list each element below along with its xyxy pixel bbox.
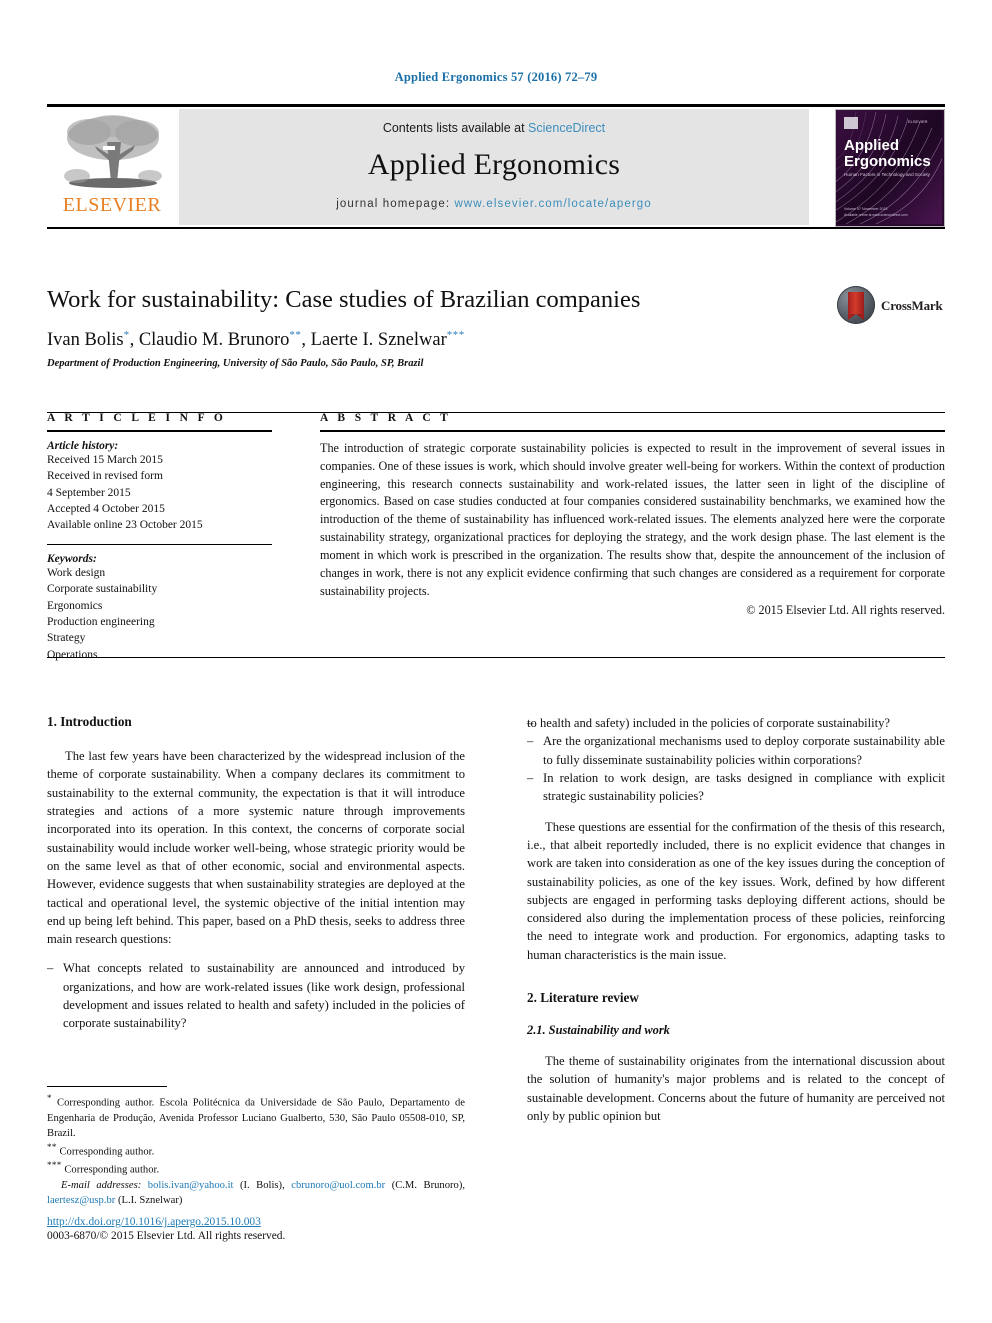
email-sep-2: ,: [462, 1179, 466, 1191]
footer-block: http://dx.doi.org/10.1016/j.apergo.2015.…: [47, 1216, 465, 1242]
svg-text:Applied: Applied: [844, 137, 899, 154]
article-page: Applied Ergonomics 57 (2016) 72–79 ELSEV…: [0, 0, 992, 1323]
crossmark-bookmark-icon: [848, 292, 864, 320]
author-name-2: Claudio M. Brunoro: [138, 330, 290, 351]
history-item: Received 15 March 2015: [47, 454, 163, 466]
keyword-item: Work design: [47, 567, 106, 580]
subsection-heading-sustainability-and-work: 2.1. Sustainability and work: [527, 1023, 670, 1038]
email-owner-1: (I. Bolis): [239, 1179, 283, 1191]
author-separator-1: ,: [129, 330, 139, 351]
footnotes-block: * Corresponding author. Escola Politécni…: [47, 1086, 465, 1208]
keywords-rule: [47, 543, 272, 546]
crossmark-circle-icon: [837, 286, 875, 324]
article-history-label: Article history:: [47, 440, 119, 452]
footnote-3-text: Corresponding author.: [64, 1164, 160, 1176]
elsevier-tree-icon: [55, 112, 171, 194]
author-affiliation: Department of Production Engineering, Un…: [47, 358, 424, 370]
keyword-item: Ergonomics: [47, 599, 103, 612]
footnote-marker-1: *: [47, 1093, 52, 1103]
abstract-rule: [320, 430, 945, 432]
running-head: Applied Ergonomics 57 (2016) 72–79: [394, 70, 598, 84]
history-item: Accepted 4 October 2015: [47, 502, 165, 515]
sciencedirect-link[interactable]: ScienceDirect: [528, 121, 605, 135]
keyword-item: Production engineering: [47, 616, 155, 629]
homepage-label: journal homepage:: [336, 198, 451, 210]
footnote-2-text: Corresponding author.: [59, 1146, 155, 1158]
masthead-center-band: Contents lists available at ScienceDirec…: [179, 109, 809, 225]
title-block: Work for sustainability: Case studies of…: [47, 286, 945, 369]
info-region-bottom-rule: [47, 657, 945, 658]
history-item: 4 September 2015: [47, 486, 131, 499]
list-item: In relation to work design, are tasks de…: [527, 769, 945, 806]
author-separator-2: ,: [301, 330, 311, 351]
footnote-marker-2: **: [47, 1141, 57, 1152]
email-link-2[interactable]: cbrunoro@uol.com.br: [291, 1180, 385, 1191]
masthead-bottom-rule: [47, 227, 945, 229]
author-marker-2[interactable]: **: [289, 329, 301, 341]
abstract-heading: A B S T R A C T: [320, 412, 452, 424]
research-questions-list: What concepts related to sustainability …: [47, 959, 465, 1032]
body-column-left: 1. Introduction The last few years have …: [47, 714, 465, 1043]
email-owner-2: (C.M. Brunoro): [391, 1179, 463, 1191]
svg-text:Human Factors in Technology an: Human Factors in Technology and Society: [844, 172, 931, 177]
list-item: Are the organizational mechanisms used t…: [527, 732, 945, 769]
masthead-top-rule: [47, 104, 945, 107]
intro-paragraph-2: These questions are essential for the co…: [527, 819, 945, 962]
page-title: Work for sustainability: Case studies of…: [47, 286, 641, 313]
homepage-url-link[interactable]: www.elsevier.com/locate/apergo: [454, 198, 651, 210]
crossmark-label: CrossMark: [881, 298, 943, 313]
abstract-column: A B S T R A C T The introduction of stra…: [320, 412, 945, 618]
journal-homepage-line: journal homepage: www.elsevier.com/locat…: [179, 198, 809, 210]
keywords-label: Keywords:: [47, 553, 97, 566]
journal-title: Applied Ergonomics: [367, 148, 621, 181]
email-link-3[interactable]: laertesz@usp.br: [47, 1195, 115, 1206]
svg-text:ELSEVIER: ELSEVIER: [908, 119, 928, 124]
journal-masthead: ELSEVIER Contents lists available at Sci…: [47, 104, 945, 230]
email-addresses-label: E-mail addresses:: [61, 1179, 142, 1191]
author-name-1: Ivan Bolis: [47, 330, 124, 351]
literature-paragraph-1: The theme of sustainability originates f…: [527, 1054, 945, 1123]
contents-prefix: Contents lists available at: [382, 121, 525, 135]
footnote-emails: E-mail addresses: bolis.ivan@yahoo.it (I…: [47, 1178, 465, 1208]
elsevier-wordmark: ELSEVIER: [62, 194, 162, 216]
intro-paragraph-1: The last few years have been characteriz…: [47, 749, 465, 947]
list-item: What concepts related to sustainability …: [47, 959, 465, 1032]
list-item-continuation: to health and safety) included in the po…: [527, 714, 945, 733]
article-info-rule: [47, 430, 272, 432]
author-marker-3[interactable]: ***: [447, 329, 465, 341]
keyword-item: Strategy: [47, 632, 86, 645]
article-info-column: A R T I C L E I N F O Article history: R…: [47, 412, 272, 663]
article-info-heading: A R T I C L E I N F O: [47, 412, 227, 424]
footnote-1-text: Corresponding author. Escola Politécnica…: [47, 1097, 465, 1139]
footnote-1: * Corresponding author. Escola Politécni…: [47, 1092, 465, 1141]
footnote-3: *** Corresponding author.: [47, 1159, 465, 1178]
journal-cover-thumbnail: Applied Ergonomics Human Factors in Tech…: [835, 109, 945, 227]
author-list: Ivan Bolis*, Claudio M. Brunoro**, Laert…: [47, 329, 945, 351]
abstract-copyright: © 2015 Elsevier Ltd. All rights reserved…: [746, 603, 945, 618]
footnote-marker-3: ***: [47, 1160, 62, 1171]
history-item: Available online 23 October 2015: [47, 519, 203, 532]
research-questions-list-continued: to health and safety) included in the po…: [527, 714, 945, 806]
section-heading-introduction: 1. Introduction: [47, 714, 132, 729]
section-heading-literature-review: 2. Literature review: [527, 990, 639, 1006]
svg-text:Volume 57 November 2015: Volume 57 November 2015: [844, 207, 888, 211]
doi-link[interactable]: http://dx.doi.org/10.1016/j.apergo.2015.…: [47, 1216, 465, 1228]
keyword-item: Corporate sustainability: [47, 583, 158, 596]
elsevier-logo: ELSEVIER: [49, 110, 175, 226]
keyword-item: Operations: [47, 648, 98, 661]
email-owner-3: (L.I. Sznelwar): [117, 1194, 183, 1206]
footnote-2: ** Corresponding author.: [47, 1141, 465, 1160]
footnote-separator-rule: [47, 1086, 167, 1087]
author-name-3: Laerte I. Sznelwar: [310, 330, 447, 351]
crossmark-badge[interactable]: CrossMark: [837, 286, 945, 326]
body-column-right: to health and safety) included in the po…: [527, 714, 945, 1136]
email-link-1[interactable]: bolis.ivan@yahoo.it: [148, 1180, 234, 1191]
history-item: Received in revised form: [47, 470, 163, 483]
svg-text:Available online at www.scienc: Available online at www.sciencedirect.co…: [844, 213, 908, 217]
email-sep-1: ,: [282, 1179, 292, 1191]
svg-text:Ergonomics: Ergonomics: [844, 153, 931, 170]
contents-available-line: Contents lists available at ScienceDirec…: [179, 121, 809, 135]
issn-copyright-line: 0003-6870/© 2015 Elsevier Ltd. All right…: [47, 1230, 286, 1242]
abstract-text: The introduction of strategic corporate …: [320, 441, 945, 598]
